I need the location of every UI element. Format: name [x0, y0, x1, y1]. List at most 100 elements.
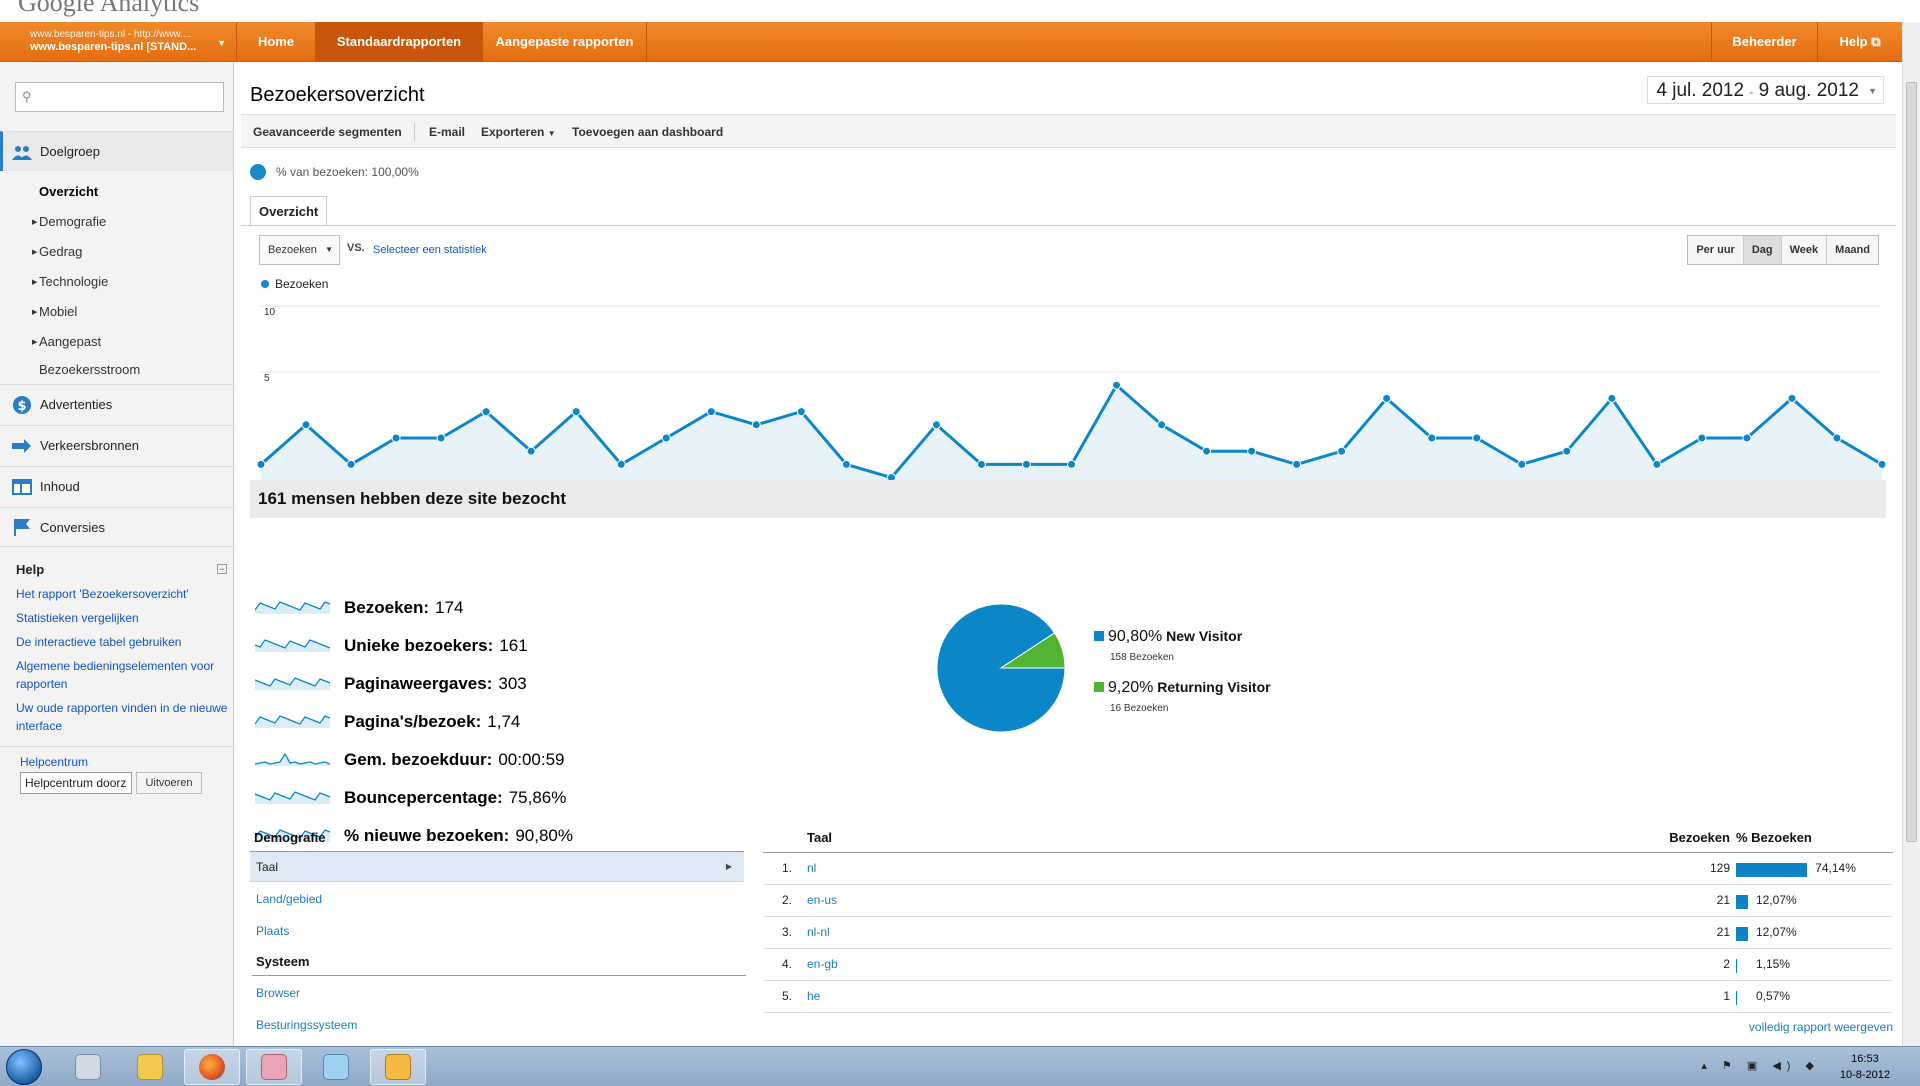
sys-item-os[interactable]: Besturingssysteem	[250, 1010, 744, 1040]
chart-point[interactable]	[616, 459, 626, 469]
chart-point[interactable]	[346, 459, 356, 469]
helpcentrum-link[interactable]: Helpcentrum	[20, 753, 233, 771]
chart-point[interactable]	[1562, 446, 1572, 456]
metric-row[interactable]: Unieke bezoekers: 161	[255, 636, 528, 656]
taskbar-firefox[interactable]	[184, 1049, 240, 1085]
row-language-link[interactable]: en-gb	[807, 949, 838, 980]
uitvoeren-button[interactable]: Uitvoeren	[136, 772, 202, 794]
sidebar-search-input[interactable]: ⚲	[15, 82, 224, 112]
chart-point[interactable]	[571, 407, 581, 417]
table-row[interactable]: 5. he 1 0,57%	[763, 981, 1893, 1013]
chart-point[interactable]	[1202, 446, 1212, 456]
tab-overzicht[interactable]: Overzicht	[250, 196, 328, 226]
sidebar-section-advertenties[interactable]: $ Advertenties	[0, 384, 233, 424]
metric-row[interactable]: Pagina's/bezoek: 1,74	[255, 712, 520, 732]
email-button[interactable]: E-mail	[429, 115, 465, 149]
nav-tab-aangepaste-rapporten[interactable]: Aangepaste rapporten	[483, 22, 647, 62]
sidebar-section-doelgroep[interactable]: Doelgroep	[0, 131, 233, 171]
granularity-per-uur[interactable]: Per uur	[1688, 236, 1743, 264]
chart-point[interactable]	[1382, 393, 1392, 403]
table-row[interactable]: 4. en-gb 2 1,15%	[763, 949, 1893, 981]
taskbar-calculator[interactable]	[60, 1049, 116, 1085]
page-scrollbar[interactable]	[1902, 22, 1920, 1046]
chart-point[interactable]	[841, 459, 851, 469]
taskbar-notes[interactable]	[308, 1049, 364, 1085]
demo-item-taal[interactable]: Taal ▶	[250, 852, 744, 882]
chart-point[interactable]	[481, 407, 491, 417]
metric-row[interactable]: Paginaweergaves: 303	[255, 674, 527, 694]
sidebar-item-demografie[interactable]: ▶ Demografie	[32, 214, 106, 229]
col-header-taal[interactable]: Taal	[807, 830, 832, 852]
row-language-link[interactable]: nl-nl	[807, 917, 830, 948]
metric-row[interactable]: Gem. bezoekduur: 00:00:59	[255, 750, 565, 770]
taskbar-clock[interactable]: 16:53 10-8-2012	[1840, 1051, 1890, 1083]
chart-point[interactable]	[1607, 393, 1617, 403]
visits-chart[interactable]: 10 5 8 jul.15 jul.22 jul.29 jul.5 aug.	[241, 300, 1896, 480]
granularity-maand[interactable]: Maand	[1826, 236, 1878, 264]
chart-point[interactable]	[1877, 459, 1887, 469]
chart-point[interactable]	[1652, 459, 1662, 469]
scrollbar-thumb[interactable]	[1906, 82, 1917, 842]
help-link-tabel[interactable]: De interactieve tabel gebruiken	[16, 633, 231, 651]
metric-select[interactable]: Bezoeken ▼	[259, 235, 340, 265]
chart-point[interactable]	[256, 459, 266, 469]
sidebar-item-mobiel[interactable]: ▶ Mobiel	[32, 304, 77, 319]
chart-point[interactable]	[301, 420, 311, 430]
visitor-type-pie[interactable]	[935, 602, 1067, 734]
granularity-week[interactable]: Week	[1780, 236, 1827, 264]
sidebar-item-bezoekersstroom[interactable]: Bezoekersstroom	[39, 362, 140, 377]
table-row[interactable]: 1. nl 129 74,14%	[763, 853, 1893, 885]
chart-point[interactable]	[1697, 433, 1707, 443]
help-link-rapport[interactable]: Het rapport 'Bezoekersoverzicht'	[16, 585, 231, 603]
granularity-dag[interactable]: Dag	[1742, 236, 1781, 264]
chart-point[interactable]	[751, 420, 761, 430]
chart-point[interactable]	[436, 433, 446, 443]
chart-point[interactable]	[1472, 433, 1482, 443]
chart-point[interactable]	[1742, 433, 1752, 443]
advanced-segments-button[interactable]: Geavanceerde segmenten	[253, 115, 402, 149]
demo-item-plaats[interactable]: Plaats	[250, 916, 744, 946]
google-analytics-logo[interactable]: Google Analytics	[18, 0, 199, 18]
metric-row[interactable]: Bezoeken: 174	[255, 598, 463, 618]
row-language-link[interactable]: en-us	[807, 885, 837, 916]
taskbar-explorer[interactable]	[122, 1049, 178, 1085]
collapse-icon[interactable]: −	[217, 564, 227, 574]
col-header-pct[interactable]: % Bezoeken	[1736, 830, 1812, 852]
chart-point[interactable]	[1157, 420, 1167, 430]
chart-point[interactable]	[1112, 380, 1122, 390]
row-language-link[interactable]: nl	[807, 853, 816, 884]
chart-point[interactable]	[976, 459, 986, 469]
chart-point[interactable]	[1427, 433, 1437, 443]
export-button[interactable]: Exporteren ▼	[481, 115, 556, 151]
help-link-oude-rapporten[interactable]: Uw oude rapporten vinden in de nieuwe in…	[16, 699, 231, 735]
chart-point[interactable]	[796, 407, 806, 417]
system-tray[interactable]: ▴ ⚑ ▣ ◀) ◆	[1701, 1059, 1820, 1072]
full-report-link[interactable]: volledig rapport weergeven	[1749, 1020, 1893, 1034]
chart-point[interactable]	[526, 446, 536, 456]
nav-tab-standaardrapporten[interactable]: Standaardrapporten	[316, 22, 483, 62]
help-link-vergelijken[interactable]: Statistieken vergelijken	[16, 609, 231, 627]
nav-beheerder[interactable]: Beheerder	[1711, 22, 1818, 62]
taskbar-outlook[interactable]	[370, 1049, 426, 1085]
taskbar-app[interactable]	[246, 1049, 302, 1085]
chart-point[interactable]	[1787, 393, 1797, 403]
sys-item-browser[interactable]: Browser	[250, 978, 744, 1008]
metric-row[interactable]: Bouncepercentage: 75,86%	[255, 788, 566, 808]
table-row[interactable]: 2. en-us 21 12,07%	[763, 885, 1893, 917]
chart-point[interactable]	[931, 420, 941, 430]
chart-point[interactable]	[391, 433, 401, 443]
help-link-bediening[interactable]: Algemene bedieningselementen voor rappor…	[16, 657, 231, 693]
helpcentrum-input[interactable]: Helpcentrum doorz	[20, 772, 132, 794]
chart-point[interactable]	[706, 407, 716, 417]
start-button[interactable]	[6, 1049, 42, 1085]
sidebar-section-conversies[interactable]: Conversies	[0, 507, 233, 547]
date-range-picker[interactable]: 4 jul. 2012 - 9 aug. 2012 ▼	[1647, 76, 1884, 104]
select-statistic-link[interactable]: Selecteer een statistiek	[373, 244, 487, 256]
nav-tab-home[interactable]: Home	[237, 22, 316, 62]
nav-help[interactable]: Help ⧉	[1818, 22, 1902, 62]
chart-point[interactable]	[1067, 459, 1076, 469]
chart-point[interactable]	[1337, 446, 1347, 456]
sidebar-section-inhoud[interactable]: Inhoud	[0, 466, 233, 506]
sidebar-item-overzicht[interactable]: Overzicht	[39, 184, 98, 199]
chart-point[interactable]	[1247, 446, 1257, 456]
